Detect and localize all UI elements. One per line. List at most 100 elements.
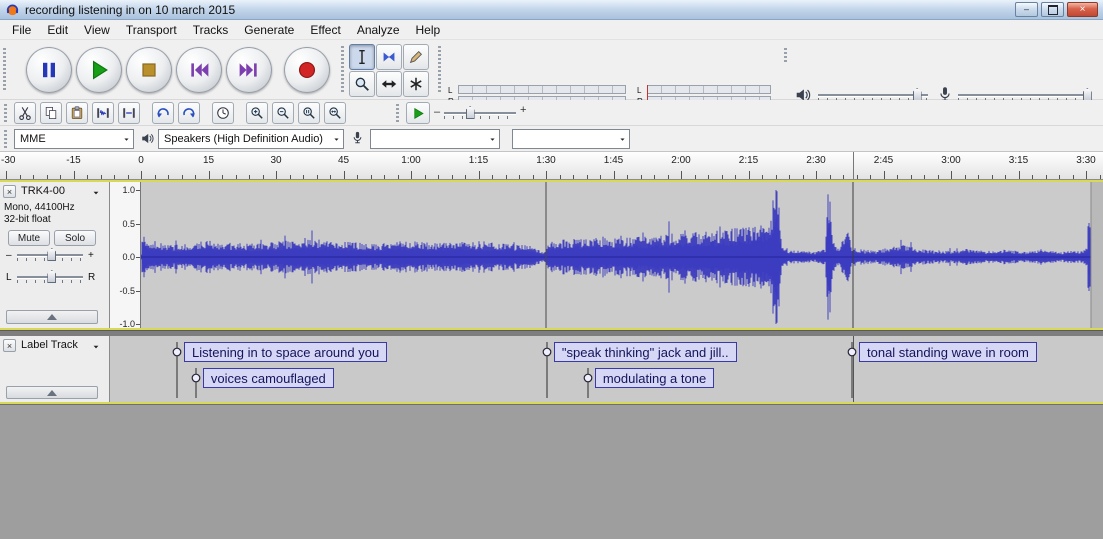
cut-button[interactable] [14,102,36,124]
label-chip[interactable]: tonal standing wave in room [859,342,1037,362]
sync-lock-button[interactable] [212,102,234,124]
waveform-svg[interactable] [141,182,1103,330]
menu-tracks[interactable]: Tracks [185,21,237,39]
copy-button[interactable] [40,102,62,124]
maximize-button[interactable] [1041,2,1064,17]
menu-analyze[interactable]: Analyze [349,21,408,39]
silence-audio-button[interactable] [118,102,140,124]
transport-play-button[interactable] [76,47,122,93]
ruler-minor-tick [33,175,34,179]
menu-help[interactable]: Help [408,21,449,39]
redo-button[interactable] [178,102,200,124]
minimize-button[interactable]: – [1015,2,1038,17]
label-flag[interactable] [541,342,553,398]
ruler-minor-tick [802,175,804,179]
transport-pause-button[interactable] [26,47,72,93]
transport-stop-button[interactable] [126,47,172,93]
fit-project-button[interactable] [324,102,346,124]
vruler-tick [136,257,140,258]
label-flag[interactable] [846,342,858,398]
recording-device-select[interactable] [370,129,500,149]
transcription-toolbar-grip[interactable] [396,104,399,122]
paste-button[interactable] [66,102,88,124]
play-at-speed-button[interactable] [406,102,430,124]
close-button[interactable]: × [1067,2,1098,17]
timeline-ruler[interactable]: -30 -15 0 15 30 45 1:00 1:15 1:30 1:45 2:00 2:15 2:3… [0,152,1103,180]
undo-button[interactable] [152,102,174,124]
waveform-clip[interactable] [141,182,1103,330]
transport-skip-to-start-button[interactable] [176,47,222,93]
ruler-label: 2:00 [671,155,691,166]
label-track-collapse-button[interactable] [6,386,98,399]
label-chip[interactable]: Listening in to space around you [184,342,388,362]
transport-toolbar-grip[interactable] [3,48,6,92]
edit-toolbar-grip[interactable] [4,104,7,122]
audio-track-menu-arrow-icon[interactable] [92,189,100,197]
menu-effect[interactable]: Effect [302,21,348,39]
ruler-minor-tick [789,175,790,179]
label-track-name[interactable]: Label Track [21,339,78,351]
label-chip[interactable]: voices camouflaged [202,368,334,388]
playback-device-select[interactable]: Speakers (High Definition Audio) [158,129,344,149]
fit-selection-button[interactable] [298,102,320,124]
device-toolbar-grip[interactable] [4,130,7,148]
label-chip[interactable]: modulating a tone [594,368,715,388]
ruler-minor-tick [775,175,777,179]
label-track-content[interactable]: Listening in to space around you voices c… [110,336,1103,404]
tool-draw-button[interactable] [403,44,429,70]
paste-icon [69,105,85,121]
meter-toolbar-grip[interactable] [438,46,441,94]
mixer-toolbar-grip[interactable] [784,48,787,64]
ruler-minor-tick [910,175,912,179]
menu-transport[interactable]: Transport [118,21,185,39]
host-select[interactable]: MME [14,129,134,149]
transport-skip-to-end-button[interactable] [226,47,272,93]
pan-thumb[interactable] [47,270,57,283]
label-flag[interactable] [190,368,202,398]
label-track-close-button[interactable]: × [3,339,16,352]
play-speed-thumb[interactable] [465,106,475,119]
vruler-tick [136,190,140,191]
zoom-sel-icon [301,105,317,121]
tool-multi-tool-button[interactable] [403,71,429,97]
ruler-minor-tick [654,175,655,179]
recording-channels-select[interactable] [512,129,630,149]
trim-audio-button[interactable] [92,102,114,124]
ibeam-icon [353,48,371,66]
ruler-label: 3:30 [1076,155,1096,166]
gain-thumb[interactable] [47,248,57,261]
label-track-menu-arrow-icon[interactable] [92,343,100,351]
mute-button[interactable]: Mute [8,230,50,246]
label-flag[interactable] [582,368,594,398]
menu-generate[interactable]: Generate [236,21,302,39]
menu-edit[interactable]: Edit [39,21,76,39]
tool-selection-button[interactable] [349,44,375,70]
solo-button[interactable]: Solo [54,230,96,246]
ruler-minor-tick [843,175,844,179]
ruler-minor-tick [721,175,723,179]
ruler-minor-tick [46,175,48,179]
tool-envelope-button[interactable] [376,44,402,70]
menu-file[interactable]: File [4,21,39,39]
tools-toolbar-grip[interactable] [341,46,344,94]
ruler-minor-tick [424,175,426,179]
gain-slider[interactable] [17,248,83,262]
pan-slider[interactable] [17,270,83,284]
vertical-ruler[interactable]: 1.0 0.5 0.0 -0.5 -1.0 [110,182,141,330]
tool-zoom-button[interactable] [349,71,375,97]
menu-view[interactable]: View [76,21,118,39]
zoom-in-button[interactable] [246,102,268,124]
audio-track-collapse-button[interactable] [6,310,98,324]
label-flag[interactable] [171,342,183,398]
ruler-minor-tick [640,175,642,179]
ruler-minor-tick [667,175,669,179]
label-chip[interactable]: "speak thinking" jack and jill.. [553,342,737,362]
audio-track-close-button[interactable]: × [3,185,16,198]
zoom-out-button[interactable] [272,102,294,124]
transport-record-button[interactable] [284,47,330,93]
tool-time-shift-button[interactable] [376,71,402,97]
track-area-background[interactable] [0,404,1103,539]
audio-track-name[interactable]: TRK4-00 [21,185,65,197]
ruler-minor-tick [465,175,466,179]
play-speed-slider[interactable] [444,106,516,120]
